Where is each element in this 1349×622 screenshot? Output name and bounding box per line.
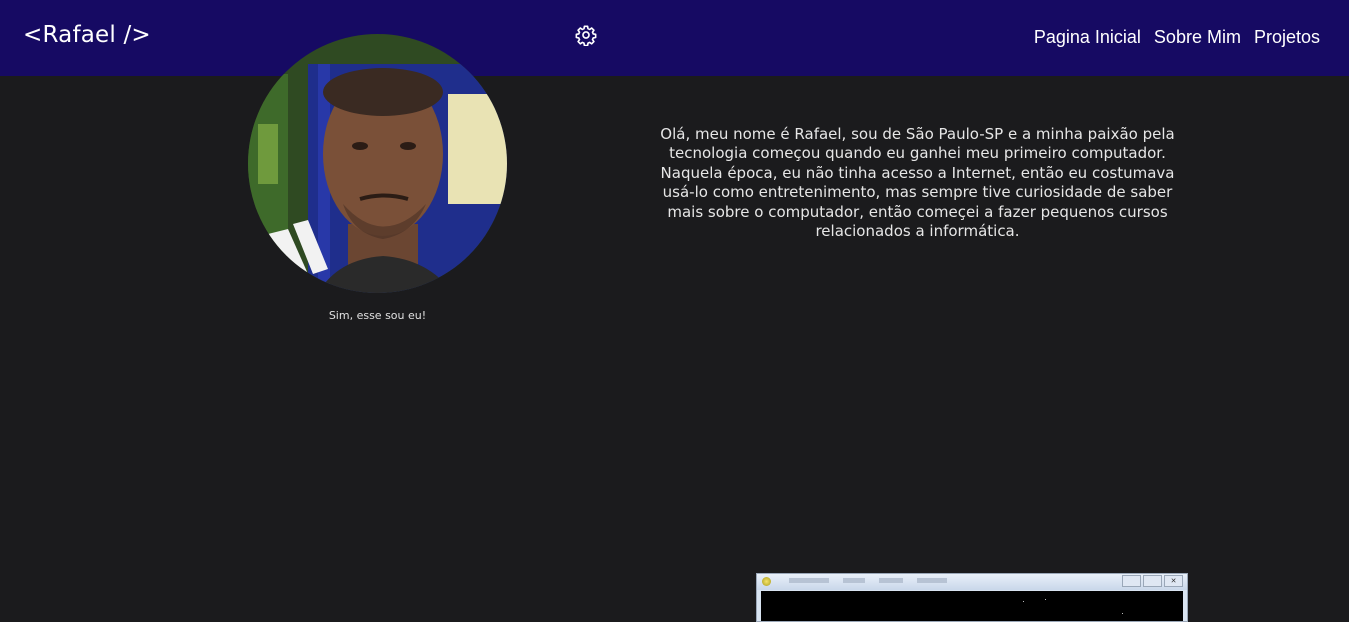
brand-logo[interactable]: <Rafael /> [23, 22, 151, 48]
close-icon: ✕ [1164, 575, 1183, 587]
minimize-icon [1122, 575, 1141, 587]
screenshot-body [761, 591, 1183, 621]
settings-button[interactable] [575, 24, 597, 46]
gear-icon [575, 25, 597, 46]
main-nav: Pagina Inicial Sobre Mim Projetos [1034, 27, 1320, 48]
app-icon [762, 577, 771, 586]
nav-link-projects[interactable]: Projetos [1254, 27, 1320, 48]
maximize-icon [1143, 575, 1162, 587]
bio-text: Olá, meu nome é Rafael, sou de São Paulo… [660, 125, 1175, 241]
project-screenshot: ✕ [756, 573, 1188, 622]
screenshot-menu [789, 578, 947, 583]
navbar: <Rafael /> Pagina Inicial Sobre Mim Proj… [0, 0, 1349, 76]
profile-photo [248, 34, 507, 293]
nav-link-about[interactable]: Sobre Mim [1154, 27, 1241, 48]
window-controls: ✕ [1122, 575, 1183, 587]
nav-link-home[interactable]: Pagina Inicial [1034, 27, 1141, 48]
screenshot-titlebar: ✕ [757, 574, 1187, 590]
photo-caption: Sim, esse sou eu! [328, 309, 427, 322]
